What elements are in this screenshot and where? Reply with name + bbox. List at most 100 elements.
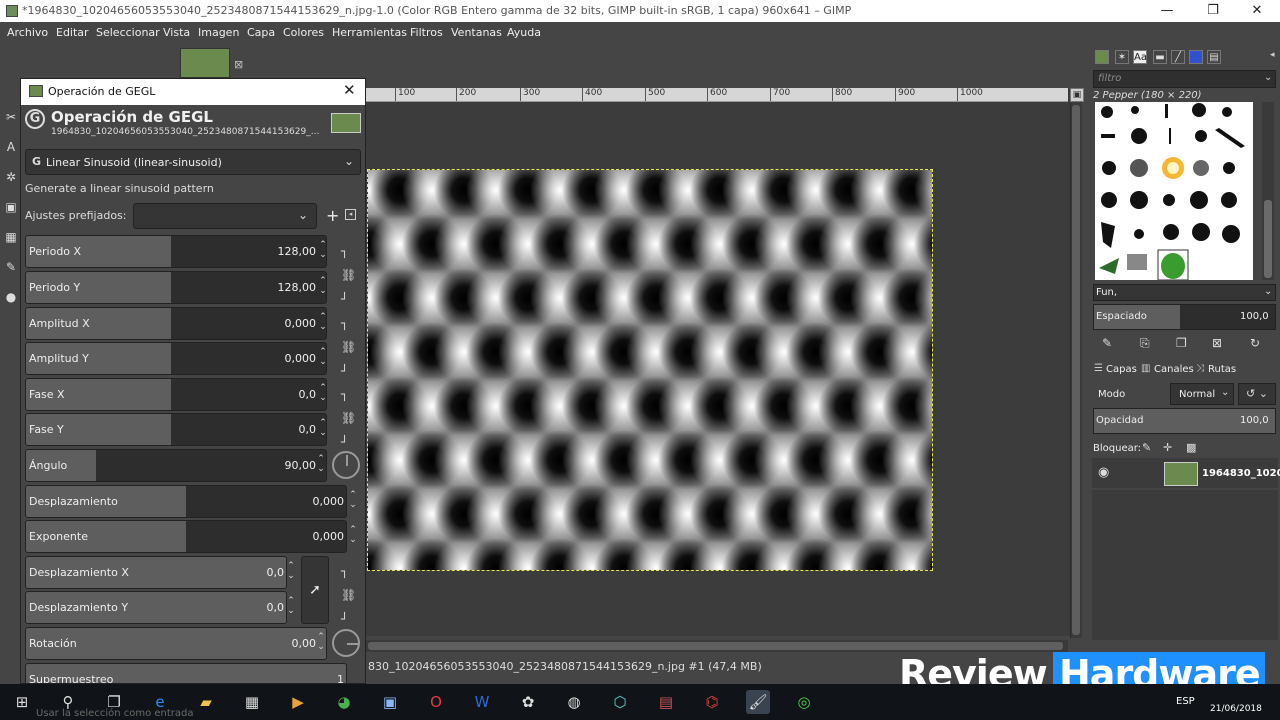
param-exponente[interactable]: Exponente 0,000 — [25, 520, 347, 553]
menu-herramientas[interactable]: Herramientas — [332, 26, 407, 39]
param-value[interactable]: 0,000 — [236, 352, 317, 365]
spin-arrows-icon[interactable]: ⌃ ⌄ — [317, 347, 329, 367]
paint-dynamics-tab-icon[interactable]: ╱ — [1171, 50, 1185, 64]
param-desplazamiento[interactable]: Desplazamiento 0,000 — [25, 485, 347, 518]
spin-arrows-icon[interactable]: ⌃ ⌄ — [317, 383, 329, 403]
palettes-tab-icon[interactable]: ▤ — [1207, 50, 1221, 64]
spin-arrows-icon[interactable]: ⌃ ⌄ — [317, 312, 329, 332]
gimp-taskbar-icon[interactable]: 🖌 — [746, 690, 770, 714]
menu-filtros[interactable]: Filtros — [410, 26, 443, 39]
media-player-icon[interactable]: ▶ — [286, 690, 310, 714]
presets-select[interactable]: ⌄ — [133, 203, 317, 229]
smudge-tool-icon[interactable]: ✎ — [4, 260, 18, 274]
spin-arrows-icon[interactable]: ⌃ ⌄ — [317, 240, 329, 260]
lock-pixels-icon[interactable]: ✎ — [1142, 441, 1151, 454]
horizontal-scroll-thumb[interactable] — [368, 642, 1063, 650]
param-value[interactable]: 128,00 — [236, 245, 317, 258]
acrobat-icon[interactable]: ⌬ — [700, 690, 724, 714]
param-supermuestreo[interactable]: Supermuestreo 1 — [25, 663, 347, 683]
menu-seleccionar[interactable]: Seleccionar — [96, 26, 160, 39]
delete-brush-icon[interactable]: ⊠ — [1212, 336, 1222, 350]
tab-capas[interactable]: Capas — [1106, 364, 1137, 375]
minimize-button[interactable]: — — [1144, 0, 1190, 22]
spacing-value[interactable]: 100,0 — [1240, 311, 1269, 322]
brush-spacing-slider[interactable]: Espaciado 100,0 — [1093, 304, 1276, 330]
opera-icon[interactable]: O — [424, 690, 448, 714]
pick-coordinates-button[interactable]: ➚ — [301, 556, 329, 624]
menu-archivo[interactable]: Archivo — [7, 26, 48, 39]
windows-start-icon[interactable]: ⊞ — [10, 690, 34, 714]
layer-opacity-slider[interactable]: Opacidad 100,0 — [1093, 408, 1276, 434]
param-value[interactable]: 0,000 — [236, 317, 317, 330]
image-tab-thumbnail[interactable] — [180, 48, 230, 78]
param-value[interactable]: 0,0 — [206, 601, 285, 614]
lock-alpha-icon[interactable]: ▩ — [1186, 441, 1196, 454]
param-value[interactable]: 1 — [256, 673, 344, 683]
rotation-dial[interactable] — [332, 629, 360, 657]
menu-vista[interactable]: Vista — [163, 26, 190, 39]
add-preset-icon[interactable]: + — [326, 206, 339, 225]
layer-name[interactable]: 1964830_1020 — [1202, 468, 1280, 479]
param-amplitud-x[interactable]: Amplitud X 0,000 — [25, 307, 327, 340]
brush-filter-input[interactable]: filtro ⌄ — [1093, 70, 1276, 88]
spin-arrows-icon[interactable]: ⌃ ⌄ — [315, 454, 327, 474]
restore-button[interactable]: ❐ — [1190, 0, 1236, 22]
param-periodo-y[interactable]: Periodo Y 128,00 — [25, 271, 327, 304]
duplicate-brush-icon[interactable]: ❐ — [1176, 336, 1187, 350]
tool-options-tab-icon[interactable] — [1095, 50, 1109, 64]
spin-arrows-icon[interactable]: ⌃ ⌄ — [285, 561, 297, 581]
spin-arrows-icon[interactable]: ⌃ ⌄ — [317, 418, 329, 438]
param-desplazamiento-x[interactable]: Desplazamiento X 0,0 — [25, 556, 287, 589]
param-value[interactable]: 0,00 — [236, 637, 317, 650]
param-fase-y[interactable]: Fase Y 0,0 — [25, 413, 327, 446]
spin-arrows-icon[interactable]: ⌃ ⌄ — [285, 596, 297, 616]
chrome-icon[interactable]: ◕ — [332, 690, 356, 714]
mode-reset-icon[interactable]: ↺ ⌄ — [1238, 383, 1276, 405]
param-periodo-x[interactable]: Periodo X 128,00 — [25, 235, 327, 268]
menu-capa[interactable]: Capa — [247, 26, 275, 39]
crop-tool-icon[interactable]: ▣ — [4, 200, 18, 214]
search-icon[interactable]: ⚲ — [56, 690, 80, 714]
operation-select[interactable]: G Linear Sinusoid (linear-sinusoid) ⌄ — [25, 149, 361, 175]
menu-colores[interactable]: Colores — [283, 26, 324, 39]
word-icon[interactable]: W — [470, 690, 494, 714]
param-rotacion[interactable]: Rotación 0,00 — [25, 627, 327, 660]
param-value[interactable]: 0,000 — [256, 495, 345, 508]
chain-link-icon[interactable]: ┐ ⛓ ┘ — [341, 245, 356, 305]
xbox-icon[interactable]: ◎ — [792, 690, 816, 714]
param-value[interactable]: 90,00 — [236, 459, 317, 472]
brush-grid[interactable] — [1095, 102, 1253, 280]
winrar-icon[interactable]: ▤ — [654, 690, 678, 714]
paint-icon[interactable]: ✿ — [516, 690, 540, 714]
image-tab-close-icon[interactable]: ⊠ — [234, 58, 243, 71]
file-explorer-icon[interactable]: ▰ — [194, 690, 218, 714]
language-indicator[interactable]: ESP — [1176, 696, 1195, 707]
nox-icon[interactable]: ⬡ — [608, 690, 632, 714]
text-tool-icon[interactable]: A — [4, 140, 18, 154]
new-brush-icon[interactable]: ⎘ — [1140, 336, 1150, 351]
lock-position-icon[interactable]: ✛ — [1163, 441, 1172, 454]
param-fase-x[interactable]: Fase X 0,0 — [25, 378, 327, 411]
task-view-icon[interactable]: ❐ — [102, 690, 126, 714]
chain-link-icon[interactable]: ┐ ⛓ ┘ — [341, 388, 356, 448]
menu-ventanas[interactable]: Ventanas — [451, 26, 502, 39]
param-value[interactable]: 0,0 — [206, 566, 285, 579]
fuzzy-select-icon[interactable]: ✲ — [4, 170, 18, 184]
system-date[interactable]: 21/06/2018 — [1210, 704, 1262, 714]
menu-imagen[interactable]: Imagen — [198, 26, 239, 39]
edge-browser-icon[interactable]: e — [148, 690, 172, 714]
tab-canales[interactable]: Canales — [1154, 364, 1194, 375]
param-value[interactable]: 0,0 — [236, 388, 317, 401]
param-value[interactable]: 0,0 — [236, 423, 317, 436]
close-window-button[interactable]: ✕ — [1234, 0, 1280, 22]
menu-ayuda[interactable]: Ayuda — [507, 26, 541, 39]
param-value[interactable]: 0,000 — [256, 530, 345, 543]
spin-arrows-icon[interactable]: ⌃ ⌄ — [347, 490, 359, 510]
photos-icon[interactable]: ▣ — [378, 690, 402, 714]
gradients-tab-icon[interactable] — [1189, 50, 1203, 64]
dialog-close-button[interactable]: ✕ — [343, 81, 356, 99]
brush-scroll-thumb[interactable] — [1264, 200, 1272, 278]
chain-link-icon[interactable]: ┐ ⛓ ┘ — [341, 317, 356, 377]
refresh-brushes-icon[interactable]: ↻ — [1250, 336, 1260, 350]
param-amplitud-y[interactable]: Amplitud Y 0,000 — [25, 342, 327, 375]
